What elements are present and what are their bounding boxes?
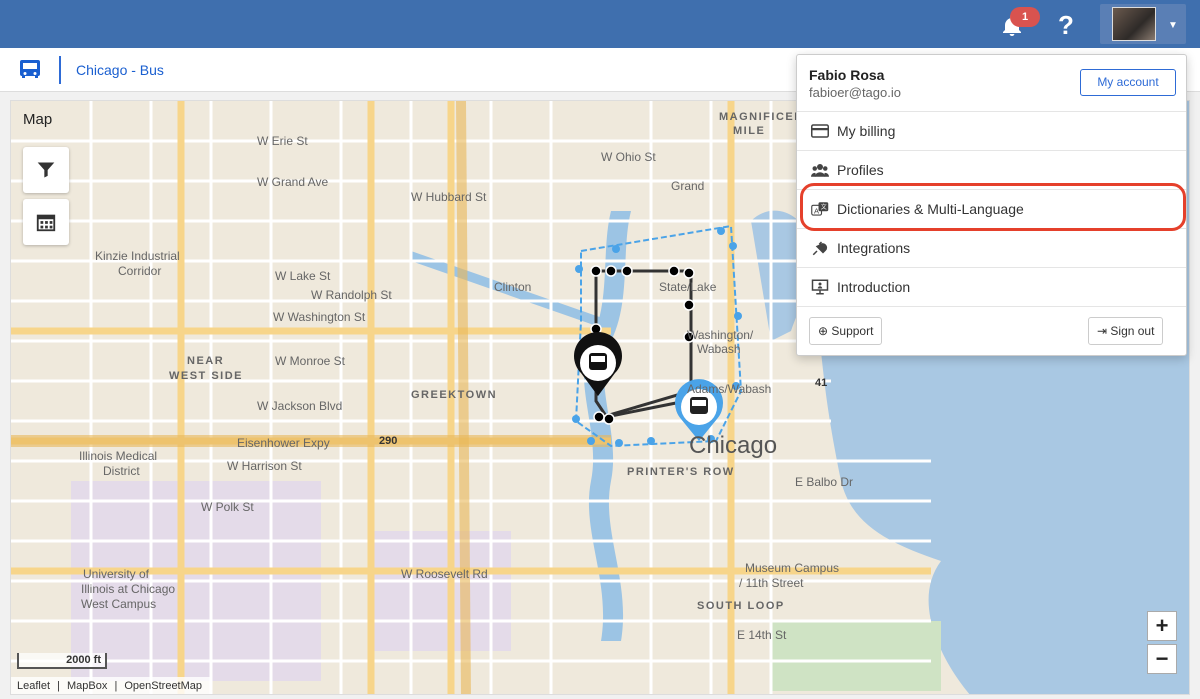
map-label: University of: [83, 567, 150, 581]
map-scale: 2000 ft: [17, 653, 107, 669]
menu-item-label: Integrations: [837, 240, 911, 256]
user-email: fabioer@tago.io: [809, 85, 901, 100]
user-name: Fabio Rosa: [809, 67, 885, 83]
zoom-out-button[interactable]: −: [1147, 644, 1177, 674]
map-label: 41: [815, 377, 827, 389]
map-attribution: Leaflet | MapBox | OpenStreetMap: [11, 677, 213, 694]
filter-button[interactable]: [23, 147, 69, 193]
bus-icon: [20, 60, 40, 78]
map-label: SOUTH LOOP: [697, 600, 785, 612]
date-range-button[interactable]: [23, 199, 69, 245]
map-label: W Lake St: [275, 269, 331, 283]
map-label: GREEKTOWN: [411, 389, 497, 401]
map-label: WEST SIDE: [169, 370, 243, 382]
menu-item-introduction[interactable]: Introduction: [797, 267, 1186, 306]
life-ring-icon: ⊕: [818, 324, 829, 338]
credit-card-icon: [811, 124, 829, 138]
map-label: West Campus: [81, 597, 156, 611]
map-label: Adams/Wabash: [687, 382, 771, 396]
my-account-button[interactable]: My account: [1080, 69, 1176, 96]
map-label: 290: [379, 435, 397, 447]
map-label: Grand: [671, 179, 704, 193]
map-label: Museum Campus: [745, 561, 839, 575]
map-label: W Monroe St: [275, 354, 346, 368]
map-label: W Hubbard St: [411, 190, 487, 204]
map-label: NEAR: [187, 355, 224, 367]
map-label: Wabash: [697, 342, 741, 356]
sign-out-icon: ⇥: [1097, 324, 1108, 338]
notification-badge: 1: [1010, 7, 1040, 27]
users-icon: [811, 164, 829, 177]
map-label: PRINTER'S ROW: [627, 466, 735, 478]
sign-out-button[interactable]: ⇥ Sign out: [1088, 317, 1164, 345]
map-label: Eisenhower Expy: [237, 436, 330, 450]
help-icon[interactable]: ?: [1058, 10, 1074, 41]
dashboard-title[interactable]: Chicago - Bus: [76, 62, 164, 78]
attribution-separator: |: [57, 680, 60, 692]
map-label: Illinois at Chicago: [81, 582, 175, 596]
map-label: W Randolph St: [311, 288, 392, 302]
menu-item-label: Profiles: [837, 162, 884, 178]
menu-divider: [797, 306, 1186, 307]
map-label: E 14th St: [737, 628, 787, 642]
highlight-annotation: [800, 183, 1186, 231]
top-navbar: 1 ? ▼: [0, 0, 1200, 48]
avatar[interactable]: [1112, 7, 1156, 41]
map-label: E Balbo Dr: [795, 475, 853, 489]
menu-item-billing[interactable]: My billing: [797, 111, 1186, 150]
map-label: State/Lake: [659, 280, 717, 294]
map-label: Washington/: [687, 328, 754, 342]
map-label: Illinois Medical: [79, 449, 157, 463]
support-label: Support: [831, 324, 874, 338]
attribution-leaflet[interactable]: Leaflet: [17, 680, 50, 692]
map-label: W Ohio St: [601, 150, 656, 164]
map-label: W Erie St: [257, 134, 308, 148]
map-label: District: [103, 464, 140, 478]
map-label: W Roosevelt Rd: [401, 567, 488, 581]
map-label: W Harrison St: [227, 459, 302, 473]
zoom-in-button[interactable]: +: [1147, 611, 1177, 641]
title-separator: [59, 56, 61, 84]
attribution-separator: |: [114, 680, 118, 692]
map-label: W Jackson Blvd: [257, 399, 342, 413]
menu-item-integrations[interactable]: Integrations: [797, 228, 1186, 267]
map-title: Map: [23, 111, 53, 128]
plug-icon: [812, 241, 828, 256]
map-label: W Washington St: [273, 310, 366, 324]
attribution-mapbox[interactable]: MapBox: [67, 680, 107, 692]
map-label: W Polk St: [201, 500, 254, 514]
filter-icon: [37, 162, 55, 178]
map-label: / 11th Street: [739, 576, 804, 590]
map-label: MILE: [733, 125, 765, 137]
map-label: W Grand Ave: [257, 175, 328, 189]
sign-out-label: Sign out: [1110, 324, 1155, 338]
map-label: Clinton: [494, 280, 531, 294]
calendar-icon: [36, 214, 56, 232]
chevron-down-icon[interactable]: ▼: [1168, 20, 1178, 31]
menu-item-label: Introduction: [837, 279, 911, 295]
support-button[interactable]: ⊕ Support: [809, 317, 883, 345]
map-label: Chicago: [689, 432, 777, 459]
presentation-icon: [811, 279, 829, 295]
attribution-openstreetmap[interactable]: OpenStreetMap: [124, 680, 202, 692]
map-label: Kinzie Industrial: [95, 249, 180, 263]
account-menu-toggle[interactable]: ▼: [1100, 4, 1186, 44]
map-label: Corridor: [118, 264, 161, 278]
menu-item-label: My billing: [837, 123, 896, 139]
